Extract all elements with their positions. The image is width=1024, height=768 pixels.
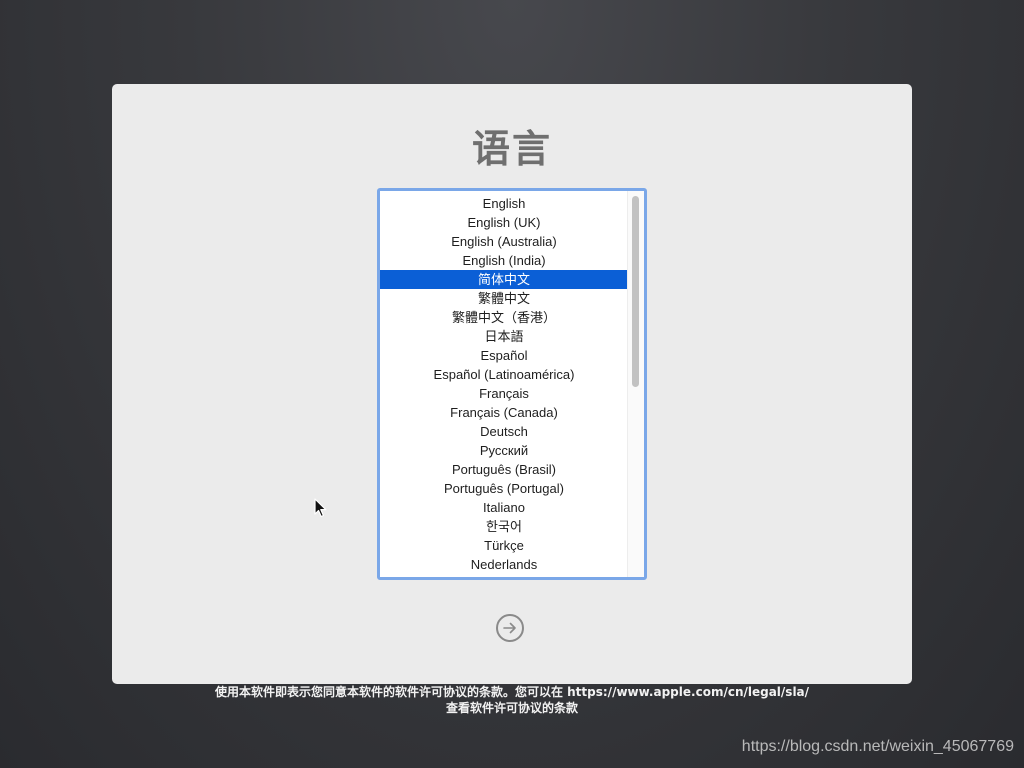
- language-option[interactable]: English (India): [380, 251, 628, 270]
- language-option[interactable]: Español: [380, 346, 628, 365]
- page-title: 语言: [471, 127, 552, 171]
- watermark-text: https://blog.csdn.net/weixin_45067769: [741, 738, 1014, 755]
- language-option[interactable]: Deutsch: [380, 422, 628, 441]
- license-notice-line-1: 使用本软件即表示您同意本软件的软件许可协议的条款。您可以在 https://ww…: [214, 685, 810, 699]
- language-option[interactable]: 简体中文: [380, 270, 628, 289]
- language-option[interactable]: Português (Portugal): [380, 479, 628, 498]
- mouse-pointer-icon: [314, 498, 327, 518]
- language-option[interactable]: Français: [380, 384, 628, 403]
- language-option[interactable]: 日本語: [380, 327, 628, 346]
- scrollbar-thumb[interactable]: [632, 196, 639, 387]
- license-notice: 使用本软件即表示您同意本软件的软件许可协议的条款。您可以在 https://ww…: [0, 684, 1024, 716]
- language-option[interactable]: Português (Brasil): [380, 460, 628, 479]
- language-option[interactable]: 繁體中文: [380, 289, 628, 308]
- language-option[interactable]: Türkçe: [380, 536, 628, 555]
- language-option[interactable]: Nederlands: [380, 555, 628, 574]
- arrow-right-circle-icon: [503, 622, 516, 634]
- language-option[interactable]: English (Australia): [380, 232, 628, 251]
- language-option[interactable]: Français (Canada): [380, 403, 628, 422]
- language-option[interactable]: Español (Latinoamérica): [380, 365, 628, 384]
- language-list-items: English English (UK) English (Australia) En…: [380, 194, 628, 574]
- language-option[interactable]: Italiano: [380, 498, 628, 517]
- language-list[interactable]: English English (UK) English (Australia) En…: [377, 188, 647, 580]
- language-option[interactable]: 繁體中文（香港）: [380, 308, 628, 327]
- license-notice-line-2: 查看软件许可协议的条款: [445, 701, 578, 715]
- language-option[interactable]: 한국어: [380, 517, 628, 536]
- language-option[interactable]: Русский: [380, 441, 628, 460]
- language-option[interactable]: English: [380, 194, 628, 213]
- continue-button[interactable]: [496, 614, 524, 642]
- language-option[interactable]: English (UK): [380, 213, 628, 232]
- scrollbar[interactable]: [627, 191, 644, 577]
